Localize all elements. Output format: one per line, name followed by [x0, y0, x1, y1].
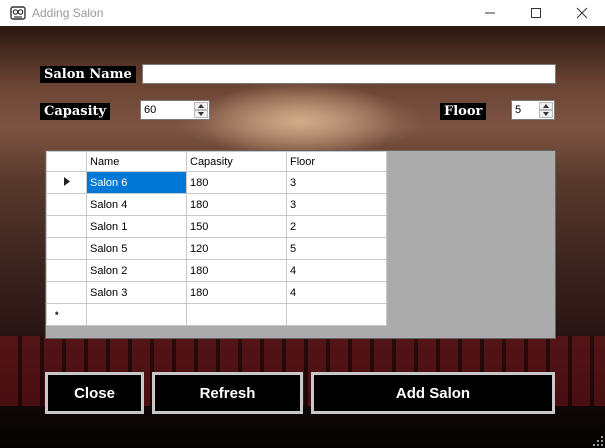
- chevron-up-icon: [198, 104, 204, 108]
- table-row[interactable]: Salon 1 150 2: [46, 215, 387, 238]
- cell-name[interactable]: Salon 5: [86, 237, 187, 260]
- row-header[interactable]: [46, 237, 87, 260]
- chevron-down-icon: [198, 112, 204, 116]
- cell-capasity[interactable]: 120: [186, 237, 287, 260]
- cell-name[interactable]: Salon 4: [86, 193, 187, 216]
- cell-capasity[interactable]: 180: [186, 281, 287, 304]
- title-bar: Adding Salon: [0, 0, 605, 26]
- close-window-icon: [576, 7, 588, 19]
- resize-grip-icon[interactable]: [592, 435, 603, 446]
- chevron-down-icon: [543, 112, 549, 116]
- cell-floor[interactable]: 4: [286, 259, 387, 282]
- cell-name[interactable]: Salon 6: [86, 171, 187, 194]
- new-cell-name[interactable]: [86, 303, 187, 326]
- capasity-value: 60: [144, 104, 157, 116]
- cell-floor[interactable]: 2: [286, 215, 387, 238]
- cell-floor[interactable]: 3: [286, 171, 387, 194]
- minimize-icon: [485, 12, 495, 14]
- row-header[interactable]: [46, 281, 87, 304]
- close-window-button[interactable]: [559, 0, 605, 26]
- app-icon: [10, 6, 26, 20]
- cell-capasity[interactable]: 180: [186, 259, 287, 282]
- floor-down-button[interactable]: [539, 110, 553, 118]
- salon-name-label: Salon Name: [40, 66, 136, 83]
- column-header-name[interactable]: Name: [86, 151, 187, 172]
- maximize-button[interactable]: [513, 0, 559, 26]
- capasity-up-button[interactable]: [194, 102, 208, 110]
- window-title: Adding Salon: [32, 6, 104, 20]
- row-header[interactable]: [46, 259, 87, 282]
- cell-floor[interactable]: 5: [286, 237, 387, 260]
- new-cell-floor[interactable]: [286, 303, 387, 326]
- stage-light: [175, 86, 425, 156]
- cell-name[interactable]: Salon 1: [86, 215, 187, 238]
- minimize-button[interactable]: [467, 0, 513, 26]
- cell-name[interactable]: Salon 3: [86, 281, 187, 304]
- table-row[interactable]: Salon 3 180 4: [46, 281, 387, 304]
- cell-capasity[interactable]: 150: [186, 215, 287, 238]
- current-row-icon: [63, 176, 70, 186]
- add-salon-button[interactable]: Add Salon: [311, 372, 555, 414]
- table-row[interactable]: Salon 4 180 3: [46, 193, 387, 216]
- cell-capasity[interactable]: 180: [186, 193, 287, 216]
- row-header[interactable]: [46, 193, 87, 216]
- close-button[interactable]: Close: [45, 372, 144, 414]
- capasity-label: Capasity: [40, 103, 111, 120]
- row-header[interactable]: [46, 171, 87, 194]
- floor-stepper[interactable]: 5: [511, 100, 555, 120]
- capasity-down-button[interactable]: [194, 110, 208, 118]
- table-row[interactable]: Salon 6 180 3: [46, 171, 387, 194]
- row-header-corner: [46, 151, 87, 172]
- cell-capasity[interactable]: 180: [186, 171, 287, 194]
- chevron-up-icon: [543, 104, 549, 108]
- salon-grid[interactable]: Name Capasity Floor Salon 6 180 3 Salon …: [45, 150, 556, 339]
- cell-name[interactable]: Salon 2: [86, 259, 187, 282]
- table-row[interactable]: Salon 5 120 5: [46, 237, 387, 260]
- maximize-icon: [531, 8, 541, 18]
- new-row-marker[interactable]: *: [46, 303, 87, 326]
- column-header-capasity[interactable]: Capasity: [186, 151, 287, 172]
- table-row[interactable]: Salon 2 180 4: [46, 259, 387, 282]
- floor-label: Floor: [440, 103, 487, 120]
- salon-name-input[interactable]: [142, 64, 556, 84]
- refresh-button[interactable]: Refresh: [152, 372, 303, 414]
- salon-table: Name Capasity Floor Salon 6 180 3 Salon …: [46, 151, 387, 326]
- new-cell-capasity[interactable]: [186, 303, 287, 326]
- floor-up-button[interactable]: [539, 102, 553, 110]
- row-header[interactable]: [46, 215, 87, 238]
- new-row[interactable]: *: [46, 303, 387, 326]
- floor-value: 5: [515, 104, 522, 116]
- cell-floor[interactable]: 3: [286, 193, 387, 216]
- capasity-stepper[interactable]: 60: [140, 100, 210, 120]
- column-header-floor[interactable]: Floor: [286, 151, 387, 172]
- header-row: Name Capasity Floor: [46, 151, 387, 172]
- cell-floor[interactable]: 4: [286, 281, 387, 304]
